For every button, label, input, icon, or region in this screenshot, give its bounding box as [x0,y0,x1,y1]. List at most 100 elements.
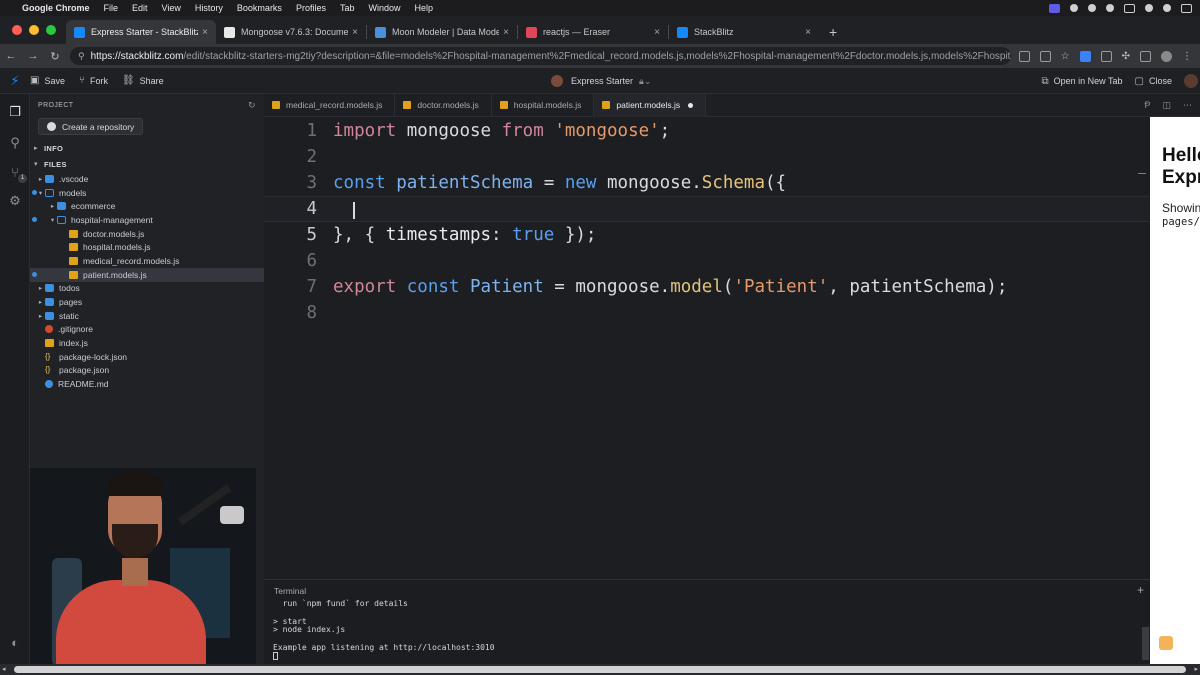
zoom-window-icon[interactable] [46,25,56,35]
theme-toggle-icon[interactable]: ◐ [7,634,23,650]
app-status-icon[interactable] [1106,4,1114,12]
add-terminal-icon[interactable]: + [1137,583,1144,597]
browser-tab-3[interactable]: Moon Modeler | Data Modeling× [367,20,517,44]
tab-close-icon[interactable]: × [805,27,811,38]
back-icon[interactable]: ← [0,50,22,62]
unsaved-dot-icon[interactable] [688,102,694,108]
browser-tab-4[interactable]: reactjs — Eraser × [518,20,668,44]
menu-view[interactable]: View [162,3,181,13]
editor-tab-medical-record-models-js[interactable]: medical_record.models.js [264,93,396,117]
address-bar[interactable]: ⚲ https://stackblitz.com /edit/stackblit… [70,47,1011,65]
minimize-window-icon[interactable] [29,25,39,35]
tree-item-pages[interactable]: ▸ pages [30,295,264,309]
browser-tab-1[interactable]: Express Starter - StackBlitz × [66,20,216,44]
menu-bookmarks[interactable]: Bookmarks [237,3,282,13]
js-file-icon [69,243,78,252]
create-repository-button[interactable]: Create a repository [38,118,144,135]
menu-profiles[interactable]: Profiles [296,3,326,13]
project-title[interactable]: Express Starter 🔒︎⌄ [551,68,651,94]
tree-item-medical-record-models-js[interactable]: medical_record.models.js [30,254,264,268]
tab-close-icon[interactable]: × [503,27,509,38]
extension-d-icon[interactable] [1079,50,1091,62]
scrollbar-thumb[interactable] [14,666,1186,673]
tree-item-package-json[interactable]: {} package.json [30,364,264,378]
terminal-scrollbar[interactable] [1142,627,1149,660]
extension-icon[interactable] [1100,50,1112,62]
creative-cloud-icon[interactable] [1070,4,1078,12]
scroll-right-icon[interactable]: ▸ [1194,665,1198,673]
screen-mirror-icon[interactable] [1049,3,1060,13]
share-page-icon[interactable] [1039,50,1051,62]
tree-item-models[interactable]: ▾ models [30,186,264,200]
tree-item-static[interactable]: ▸ static [30,309,264,323]
menu-file[interactable]: File [104,3,119,13]
close-window-icon[interactable] [12,25,22,35]
tree-item-gitignore[interactable]: .gitignore [30,323,264,337]
refresh-icon[interactable]: ↻ [248,100,256,111]
split-editor-icon[interactable]: ◫ [1162,100,1171,111]
reload-icon[interactable]: ↻ [44,50,66,63]
tree-item-hospital-models-js[interactable]: hospital.models.js [30,240,264,254]
more-actions-icon[interactable]: ⋯ [1183,100,1192,111]
tab-close-icon[interactable]: × [654,27,660,38]
tree-item-doctor-models-js[interactable]: doctor.models.js [30,227,264,241]
browser-tab-5[interactable]: StackBlitz × [669,20,819,44]
menu-history[interactable]: History [195,3,223,13]
control-center-icon[interactable] [1181,3,1192,13]
menu-edit[interactable]: Edit [132,3,148,13]
stackblitz-logo-icon[interactable]: ⚡ [0,73,30,89]
tree-item-vscode[interactable]: ▸ .vscode [30,172,264,186]
explorer-icon[interactable]: ❐ [7,104,23,120]
wifi-icon[interactable] [1145,4,1153,12]
tree-item-patient-models-js[interactable]: patient.models.js [30,267,264,282]
tree-item-hospital-management[interactable]: ▾ hospital-management [30,213,264,227]
chrome-menu-icon[interactable]: ⋮ [1182,51,1192,62]
editor-tab-doctor-models-js[interactable]: doctor.models.js [395,93,492,117]
tab-favicon-icon [677,26,688,38]
files-section-toggle[interactable]: ▾ FILES [30,157,264,171]
display-icon[interactable] [1124,3,1135,13]
settings-gear-icon[interactable]: ⚙ [7,193,23,209]
fork-button[interactable]: ⑂ Fork [79,75,108,86]
close-preview-button[interactable]: ▢ Close [1135,76,1172,87]
editor-tab-hospital-models-js[interactable]: hospital.models.js [492,93,595,117]
profile-avatar-icon[interactable] [1161,50,1172,62]
new-tab-button[interactable]: + [819,24,847,44]
tree-item-index-js[interactable]: index.js [30,336,264,350]
menu-tab[interactable]: Tab [340,3,355,13]
code-editor[interactable]: 1 import mongoose from 'mongoose'; 2 3 c… [264,117,1150,579]
forward-icon[interactable]: → [22,50,44,62]
stackblitz-badge-icon[interactable] [1159,636,1173,650]
extensions-puzzle-icon[interactable]: ✣ [1122,51,1130,62]
preview-icon[interactable]: Ᵽ [1144,100,1150,111]
tree-item-readme-md[interactable]: README.md [30,377,264,391]
tree-item-ecommerce[interactable]: ▸ ecommerce [30,199,264,213]
editor-tab-patient-models-js[interactable]: patient.models.js [594,93,707,117]
browser-tab-2[interactable]: Mongoose v7.6.3: Document × [216,20,366,44]
open-in-new-tab-button[interactable]: ⧉ Open in New Tab [1042,76,1123,87]
bookmark-star-icon[interactable]: ☆ [1061,51,1070,62]
side-panel-icon[interactable] [1140,50,1151,62]
site-info-icon[interactable]: ⚲ [78,51,85,62]
tree-item-todos[interactable]: ▸ todos [30,282,264,296]
search-icon[interactable] [1163,4,1171,12]
terminal-panel[interactable]: Terminal + run `npm fund` for details > s… [264,579,1150,664]
page-horizontal-scrollbar[interactable]: ◂ ▸ [0,664,1200,675]
scroll-left-icon[interactable]: ◂ [2,665,6,673]
tab-close-icon[interactable]: × [352,27,358,38]
menu-help[interactable]: Help [414,3,433,13]
user-avatar[interactable] [1184,74,1198,88]
visibility-lock-icon[interactable]: 🔒︎⌄ [639,76,651,87]
save-button[interactable]: ▣ Save [30,75,65,86]
menu-app-name[interactable]: Google Chrome [22,3,90,13]
install-icon[interactable] [1018,50,1030,62]
info-section-toggle[interactable]: ▸ INFO [30,141,264,155]
share-button[interactable]: ⛓ Share [122,75,164,86]
tree-item-package-lock-json[interactable]: {} package-lock.json [30,350,264,364]
menu-window[interactable]: Window [368,3,400,13]
source-control-icon[interactable]: ⑂ 1 [7,164,27,183]
search-icon[interactable]: ⚲ [7,135,23,151]
bluetooth-icon[interactable] [1088,4,1096,12]
preview-pane[interactable]: Hello Express Showing pages/ [1150,117,1200,664]
tab-close-icon[interactable]: × [202,27,208,38]
